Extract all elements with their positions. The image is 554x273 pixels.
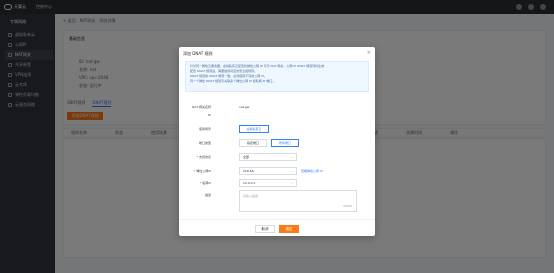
private-ip-value: 10.0.0.2	[243, 181, 256, 185]
usage-vpc-option[interactable]: 虚拟私有云	[239, 125, 269, 133]
add-dnat-modal: 添加 DNAT 规则 × 针对同一弹性云服务器，虚拟私有云配置的弹性公网 IP …	[179, 47, 375, 236]
eip-label: * 弹性公网IP	[193, 169, 211, 173]
id-label: ID	[207, 113, 211, 117]
eip-select[interactable]: 218.68. ⌄	[239, 167, 297, 175]
private-ip-label: * 私网IP	[199, 181, 211, 185]
modal-title: 添加 DNAT 规则	[183, 51, 213, 56]
specific-port-option[interactable]: 指定端口	[239, 139, 267, 147]
view-eip-link[interactable]: 查看弹性公网 IP	[301, 169, 323, 173]
private-ip-select[interactable]: 10.0.0.2 ⌄	[239, 179, 297, 187]
nat-value: nat-gw	[239, 105, 250, 109]
protocol-value: 全部	[243, 155, 250, 159]
chevron-down-icon: ⌄	[290, 181, 293, 185]
cancel-button[interactable]: 取消	[255, 225, 275, 233]
notice-line: 同一个弹性 DNAT 规则可关联多个弹性公网 IP 和私网 IP 端口。	[190, 79, 276, 83]
description-placeholder: 请输入描述	[243, 194, 259, 198]
confirm-button[interactable]: 确定	[279, 225, 299, 233]
chevron-down-icon: ⌄	[290, 155, 293, 159]
eip-value: 218.68.	[243, 169, 255, 173]
description-label: 描述	[204, 193, 211, 197]
description-counter: 0/256	[343, 204, 352, 208]
notice-box: 针对同一弹性云服务器，虚拟私有云配置的弹性公网 IP 可与 NAT 网关，公网 …	[185, 61, 369, 92]
chevron-down-icon: ⌄	[290, 169, 293, 173]
nat-label: NAT 网关名称	[192, 105, 211, 109]
modal-footer: 取消 确定	[179, 219, 375, 236]
description-textarea[interactable]: 请输入描述 0/256	[239, 190, 357, 212]
usage-label: 使用场景	[198, 127, 211, 131]
protocol-label: * 支持协议	[196, 155, 211, 159]
all-ports-option[interactable]: 所有端口	[271, 139, 299, 147]
port-type-label: 端口类型	[198, 141, 211, 145]
close-icon[interactable]: ×	[367, 50, 371, 56]
protocol-select[interactable]: 全部 ⌄	[239, 153, 297, 161]
